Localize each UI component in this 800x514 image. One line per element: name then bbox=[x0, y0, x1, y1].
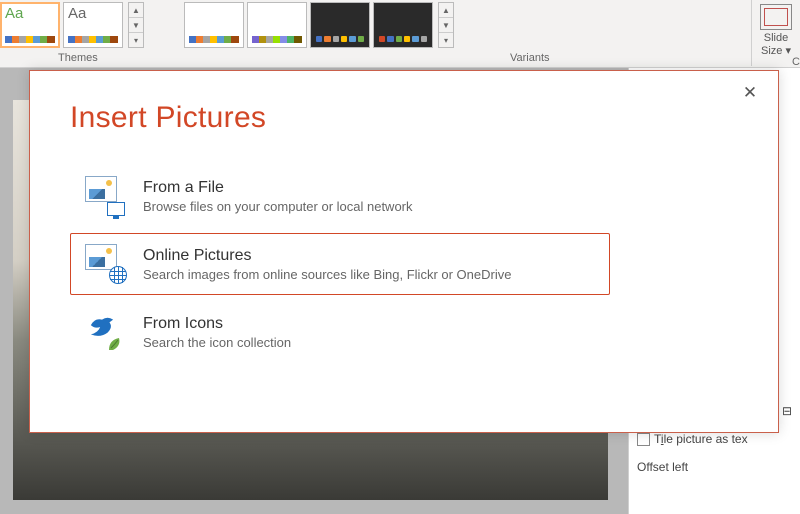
option-title: From a File bbox=[143, 179, 413, 197]
themes-scroller[interactable]: ▲▼▾ bbox=[128, 2, 144, 48]
tile-checkbox[interactable] bbox=[637, 433, 650, 446]
slide-size-label2: Size ▾ bbox=[761, 45, 791, 57]
insert-pictures-dialog: ✕ Insert Pictures From a File Browse fil… bbox=[29, 70, 779, 433]
variant-thumb[interactable] bbox=[247, 2, 307, 48]
variant-thumb[interactable] bbox=[184, 2, 244, 48]
option-from-icons[interactable]: From Icons Search the icon collection bbox=[70, 301, 610, 363]
option-title: Online Pictures bbox=[143, 247, 511, 265]
option-online-pictures[interactable]: Online Pictures Search images from onlin… bbox=[70, 233, 610, 295]
theme-thumb[interactable]: Aa bbox=[0, 2, 60, 48]
tile-label: Tile picture as tex bbox=[654, 432, 748, 446]
dialog-title: Insert Pictures bbox=[70, 101, 742, 135]
variants-group-label: Variants bbox=[510, 52, 550, 64]
variants-scroller[interactable]: ▲▼▾ bbox=[438, 2, 454, 48]
icons-icon bbox=[85, 312, 125, 352]
online-picture-icon bbox=[85, 244, 125, 284]
slide-size-label: Slide bbox=[764, 32, 788, 44]
variant-thumb[interactable] bbox=[373, 2, 433, 48]
themes-group-label: Themes bbox=[58, 52, 98, 64]
option-desc: Browse files on your computer or local n… bbox=[143, 199, 413, 214]
themes-gallery[interactable]: Aa Aa ▲▼▾ bbox=[0, 0, 154, 50]
option-desc: Search the icon collection bbox=[143, 335, 291, 350]
option-desc: Search images from online sources like B… bbox=[143, 267, 511, 282]
file-picture-icon bbox=[85, 176, 125, 216]
option-title: From Icons bbox=[143, 315, 291, 333]
theme-thumb[interactable]: Aa bbox=[63, 2, 123, 48]
variants-gallery[interactable]: ▲▼▾ bbox=[184, 0, 464, 50]
offset-left-label: Offset left bbox=[637, 460, 688, 474]
customize-partial: C bbox=[792, 56, 800, 68]
option-from-file[interactable]: From a File Browse files on your compute… bbox=[70, 165, 610, 227]
variant-thumb[interactable] bbox=[310, 2, 370, 48]
close-icon[interactable]: ✕ bbox=[740, 83, 760, 103]
ribbon-design-tab: Aa Aa ▲▼▾ ▲▼▾ Slide Size ▾ Themes Varian… bbox=[0, 0, 800, 68]
